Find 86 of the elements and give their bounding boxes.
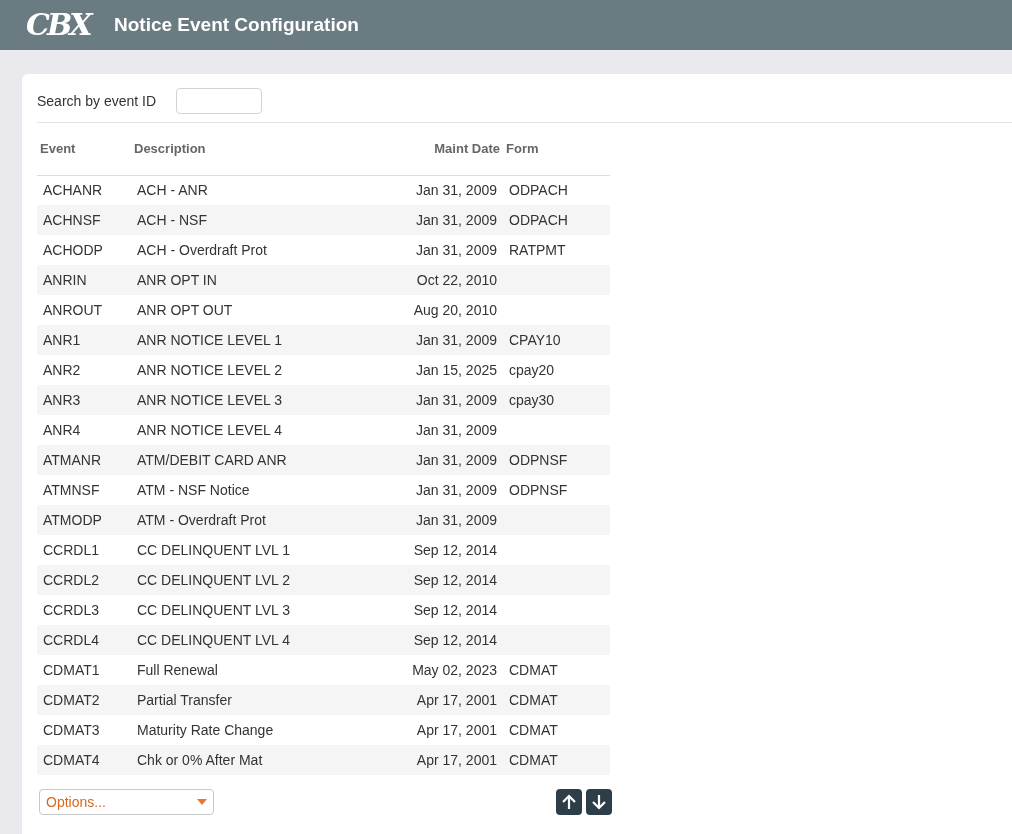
table-cell: Jan 31, 2009 (416, 481, 497, 498)
table-cell: Jan 31, 2009 (416, 211, 497, 228)
table-cell: ODPACH (509, 181, 568, 198)
table-cell: ANR2 (43, 361, 81, 378)
table-cell: CDMAT (509, 661, 558, 678)
table-cell: Jan 15, 2025 (416, 361, 497, 378)
table-cell: Jan 31, 2009 (416, 391, 497, 408)
table-cell: ANROUT (43, 301, 103, 318)
table-cell: ANR3 (43, 391, 81, 408)
logo: CBX (26, 10, 90, 40)
table-cell: ATM/DEBIT CARD ANR (137, 451, 287, 468)
caret-icon (197, 799, 207, 805)
table-cell: CCRDL4 (43, 631, 99, 648)
table-cell: Jan 31, 2009 (416, 511, 497, 528)
options-dropdown[interactable]: Options... (39, 789, 214, 815)
table-cell: ANR NOTICE LEVEL 1 (137, 331, 282, 348)
table-cell: CCRDL1 (43, 541, 99, 558)
table-cell: Apr 17, 2001 (416, 751, 497, 768)
table-cell: Sep 12, 2014 (413, 541, 497, 558)
table-cell: CC DELINQUENT LVL 2 (137, 571, 290, 588)
column-header: Form (506, 141, 539, 156)
table-cell: CDMAT4 (43, 751, 100, 768)
table-cell: Chk or 0% After Mat (137, 751, 263, 768)
table-cell: Sep 12, 2014 (413, 631, 497, 648)
table-cell: ACH - NSF (137, 211, 207, 228)
table-cell: CC DELINQUENT LVL 3 (137, 601, 290, 618)
table-cell: Maturity Rate Change (137, 721, 274, 738)
arrow-down-icon (592, 794, 606, 810)
column-header: Event (40, 141, 76, 156)
page-title: Notice Event Configuration (114, 12, 359, 37)
table-cell: CDMAT (509, 721, 558, 738)
table-cell: May 02, 2023 (412, 661, 497, 678)
table-cell: ATMNSF (43, 481, 100, 498)
table-cell: ODPNSF (509, 451, 568, 468)
table-cell: ODPACH (509, 211, 568, 228)
table-cell: ACHANR (43, 181, 103, 198)
table-cell: ANR4 (43, 421, 81, 438)
table-cell: ANR OPT OUT (137, 301, 233, 318)
table-cell: ATM - Overdraft Prot (137, 511, 266, 528)
table-cell: ANRIN (43, 271, 87, 288)
table-cell: RATPMT (509, 241, 566, 258)
table-cell: ATMODP (43, 511, 102, 528)
move-up-button[interactable] (556, 789, 582, 815)
table-cell: CDMAT1 (43, 661, 100, 678)
table-cell: Jan 31, 2009 (416, 181, 497, 198)
search-field[interactable] (176, 88, 263, 114)
column-header: Maint Date (434, 141, 500, 156)
table-cell: Jan 31, 2009 (416, 331, 497, 348)
column-header: Description (134, 141, 206, 156)
table-cell: ANR NOTICE LEVEL 4 (137, 421, 282, 438)
table-cell: ANR NOTICE LEVEL 3 (137, 391, 282, 408)
table-cell: CPAY10 (509, 331, 561, 348)
table-cell: CCRDL3 (43, 601, 99, 618)
table-cell: Apr 17, 2001 (416, 721, 497, 738)
table-cell: CDMAT (509, 751, 558, 768)
table-cell: CDMAT2 (43, 691, 100, 708)
table-cell: Aug 20, 2010 (413, 301, 497, 318)
table-cell: ACHNSF (43, 211, 101, 228)
table-cell: Jan 31, 2009 (416, 241, 497, 258)
table-cell: ATM - NSF Notice (137, 481, 250, 498)
table-cell: Sep 12, 2014 (413, 571, 497, 588)
table-cell: CDMAT3 (43, 721, 100, 738)
table-cell: ATMANR (43, 451, 102, 468)
table-cell: ANR NOTICE LEVEL 2 (137, 361, 282, 378)
search-label: Search by event ID (37, 91, 157, 111)
table-cell: Oct 22, 2010 (416, 271, 497, 288)
table-cell: CC DELINQUENT LVL 4 (137, 631, 290, 648)
move-down-button[interactable] (586, 789, 612, 815)
table-cell: ACH - Overdraft Prot (137, 241, 267, 258)
table-cell: ANR OPT IN (137, 271, 217, 288)
table-cell: Partial Transfer (137, 691, 232, 708)
table-cell: cpay20 (509, 361, 555, 378)
table-cell: Jan 31, 2009 (416, 451, 497, 468)
table-cell: Sep 12, 2014 (413, 601, 497, 618)
table-cell: ACHODP (43, 241, 103, 258)
table-cell: ODPNSF (509, 481, 568, 498)
table-cell: cpay30 (509, 391, 555, 408)
table-cell: Apr 17, 2001 (416, 691, 497, 708)
table-cell: Full Renewal (137, 661, 218, 678)
table-cell: ACH - ANR (137, 181, 208, 198)
table-cell: ANR1 (43, 331, 81, 348)
table-cell: Jan 31, 2009 (416, 421, 497, 438)
table-cell: CC DELINQUENT LVL 1 (137, 541, 290, 558)
table-cell: CDMAT (509, 691, 558, 708)
arrow-up-icon (562, 794, 576, 810)
table-cell: CCRDL2 (43, 571, 99, 588)
